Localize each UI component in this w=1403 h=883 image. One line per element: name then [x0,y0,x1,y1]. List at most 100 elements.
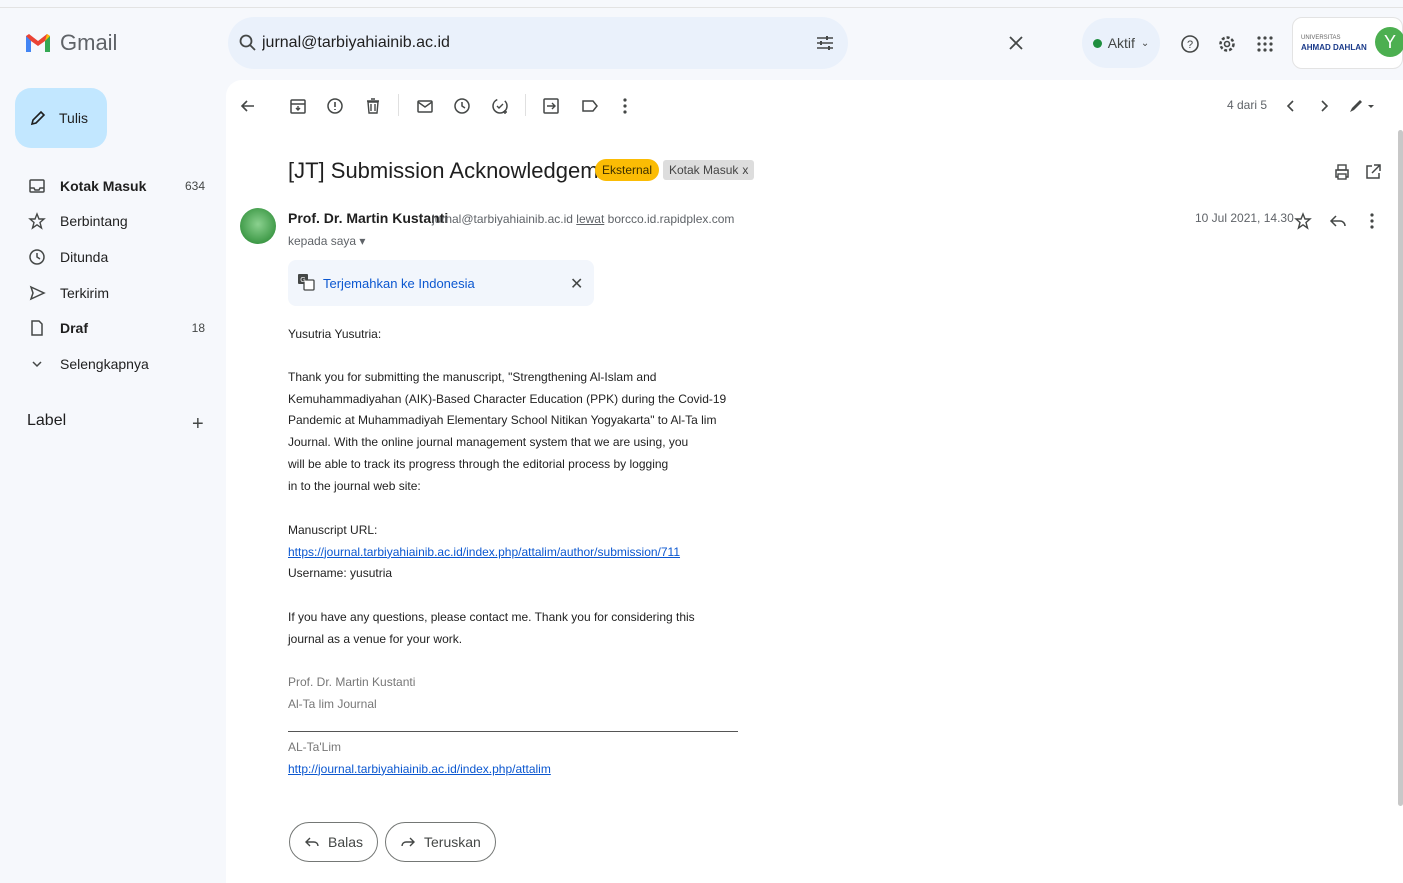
email-date: 10 Jul 2021, 14.30 [1195,211,1294,225]
manuscript-url-link[interactable]: https://journal.tarbiyahiainib.ac.id/ind… [288,545,680,559]
open-new-window-icon[interactable] [1363,162,1383,182]
status-label: Aktif [1107,35,1135,51]
move-to-icon[interactable] [541,96,561,116]
via-link[interactable]: lewat [576,212,604,226]
forward-button[interactable]: Teruskan [385,822,496,862]
svg-text:G: G [300,277,305,284]
add-task-icon[interactable] [490,96,510,116]
add-label-icon[interactable]: + [192,413,204,436]
sender-avatar[interactable] [240,208,276,244]
sidebar-item-starred[interactable]: Berbintang [0,205,220,237]
body-line: in to the journal web site: [288,478,421,493]
sidebar-item-inbox[interactable]: Kotak Masuk 634 [0,170,220,202]
email-footer: AL-Ta'Lim http://journal.tarbiyahiainib.… [288,737,728,780]
footer-title: AL-Ta'Lim [288,740,341,754]
toolbar-divider [525,94,526,116]
search-icon[interactable] [238,33,258,53]
active-status-dot [1092,38,1102,48]
send-icon [29,285,46,301]
gmail-logo[interactable]: Gmail [24,30,117,56]
label-tag-icon[interactable] [580,96,600,116]
avatar[interactable]: Y [1375,27,1403,57]
chevron-down-icon: ⌄ [1140,37,1150,49]
more-vertical-icon[interactable] [1362,211,1382,231]
more-vertical-icon[interactable] [615,96,635,116]
signature-journal: Al-Ta lim Journal [288,696,377,711]
signature-divider [288,731,738,732]
settings-gear-icon[interactable] [1215,32,1239,56]
chevron-right-icon[interactable] [1314,96,1334,116]
close-icon[interactable]: ✕ [570,274,583,294]
signature-name: Prof. Dr. Martin Kustanti [288,675,416,689]
email-signature: Prof. Dr. Martin Kustanti Al-Ta lim Jour… [288,672,728,715]
clock-icon [29,249,45,265]
sidebar-item-label: Berbintang [60,213,128,229]
print-icon[interactable] [1332,162,1352,182]
translate-icon: G [298,274,315,291]
body-line: Kemuhammadiyahan (AIK)-Based Character E… [288,391,727,406]
body-line: If you have any questions, please contac… [288,610,695,624]
via-domain: borcco.id.rapidplex.com [607,212,735,226]
input-tools-pen-icon[interactable] [1346,96,1378,116]
reply-label: Balas [328,834,364,850]
reply-icon[interactable] [1328,211,1348,231]
footer-url-link[interactable]: http://journal.tarbiyahiainib.ac.id/inde… [288,762,551,776]
compose-button[interactable]: Tulis [15,88,107,148]
chevron-left-icon[interactable] [1281,96,1301,116]
sender-name[interactable]: Prof. Dr. Martin Kustanti [288,210,448,226]
draft-file-icon [31,320,43,336]
inbox-label-chip[interactable]: Kotak Masuk x [663,160,755,180]
sidebar-item-count: 634 [184,179,205,193]
help-icon[interactable]: ? [1178,32,1202,56]
manuscript-url-label: Manuscript URL: [288,523,378,537]
sidebar-item-more[interactable]: Selengkapnya [0,348,220,380]
pagination-text: 4 dari 5 [1227,98,1268,112]
scrollbar[interactable] [1398,130,1403,806]
gmail-m-icon [26,34,50,52]
search-input[interactable] [262,31,742,55]
manuscript-section: Manuscript URL: https://journal.tarbiyah… [288,520,728,585]
labels-header: Label [27,412,67,429]
translate-link[interactable]: Terjemahkan ke Indonesia [323,276,475,291]
search-bar [228,17,1023,69]
search-options-icon[interactable] [813,31,837,55]
body-line: will be able to track its progress throu… [288,456,669,471]
sidebar-item-label: Terkirim [60,285,109,301]
report-spam-icon[interactable] [325,96,345,116]
sidebar-item-snoozed[interactable]: Ditunda [0,241,220,273]
account-switcher[interactable]: UNIVERSITAS AHMAD DAHLAN Y [1292,17,1403,69]
body-line: journal as a venue for your work. [288,631,463,646]
star-icon[interactable] [1293,211,1313,231]
remove-label-icon[interactable]: x [742,163,748,177]
status-selector[interactable]: Aktif ⌄ [1082,18,1160,68]
chevron-down-icon [32,361,42,368]
svg-text:?: ? [1187,39,1193,51]
reply-button[interactable]: Balas [289,822,379,862]
recipient-text: kepada saya [288,234,357,248]
toolbar-divider [398,94,399,116]
apps-grid-icon[interactable] [1253,32,1277,56]
inbox-label-text: Kotak Masuk [669,163,739,177]
compose-label: Tulis [59,110,89,126]
sidebar-item-drafts[interactable]: Draf 18 [0,312,220,344]
sidebar-item-label: Kotak Masuk [60,178,147,194]
back-arrow-icon[interactable] [238,96,258,116]
message-panel: 4 dari 5 [JT] Submission Acknowledgement… [226,80,1403,883]
snooze-clock-icon[interactable] [452,96,472,116]
inbox-icon [29,179,45,193]
reply-icon [305,837,319,847]
archive-icon[interactable] [288,96,308,116]
sidebar-item-sent[interactable]: Terkirim [0,277,220,309]
clear-search-icon[interactable] [1004,31,1028,55]
caret-down-icon: ▾ [359,234,366,248]
email-greeting: Yusutria Yusutria: [288,327,382,341]
trash-icon[interactable] [363,96,383,116]
pencil-icon [30,110,46,126]
mark-unread-icon[interactable] [415,96,435,116]
email-paragraph-1: Thank you for submitting the manuscript,… [288,367,728,497]
username-line: Username: yusutria [288,566,393,581]
organization-logo: UNIVERSITAS AHMAD DAHLAN [1301,35,1367,52]
sidebar-item-label: Selengkapnya [60,356,149,372]
recipient-dropdown[interactable]: kepada saya ▾ [288,234,365,248]
email-paragraph-2: If you have any questions, please contac… [288,607,728,650]
